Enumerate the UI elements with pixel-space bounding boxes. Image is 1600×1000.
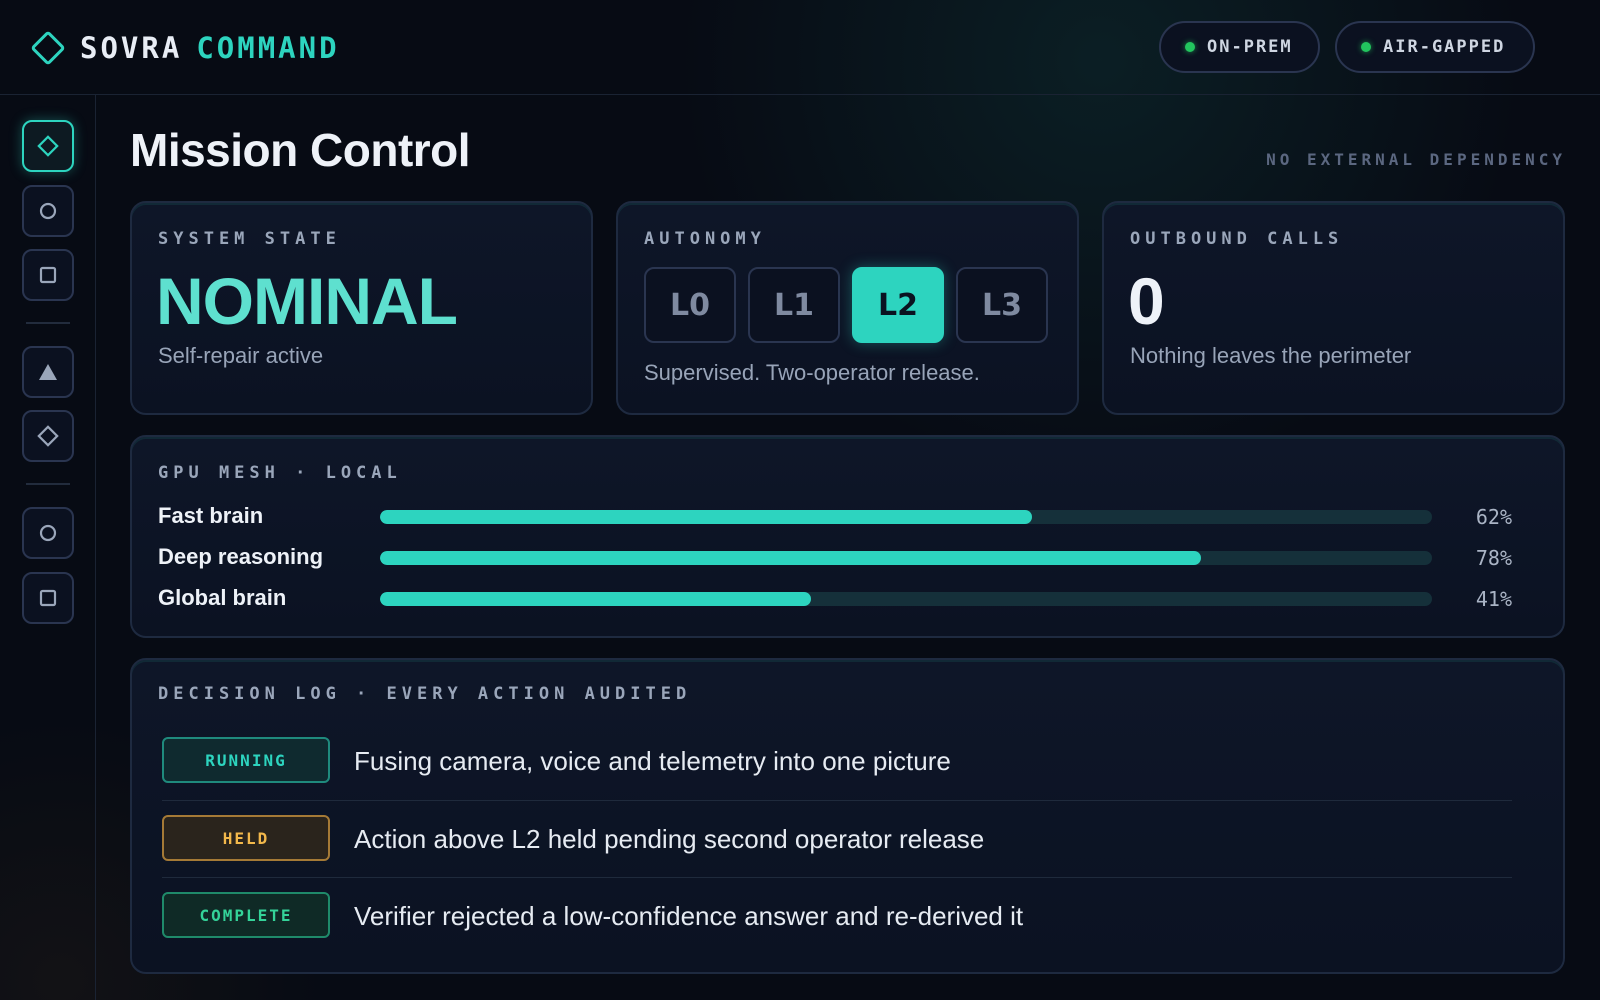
gpu-row-percent: 62% [1475,505,1512,529]
card-label: DECISION LOG · EVERY ACTION AUDITED [158,684,692,704]
log-entry[interactable]: HELD Action above L2 held pending second… [162,800,1512,876]
status-dot-icon [1361,42,1371,52]
triangle-icon [39,364,57,380]
gpu-row-name: Deep reasoning [158,544,324,569]
sidebar [0,95,96,1000]
top-bar: SOVRA COMMAND ON-PREM AIR-GAPPED [0,0,1600,95]
diamond-icon [37,135,59,157]
autonomy-level-l1[interactable]: L1 [748,267,840,343]
sidebar-item-6[interactable] [22,507,74,559]
square-icon [39,266,57,284]
sidebar-item-1[interactable] [22,120,74,172]
brand-name-primary: SOVRA [80,31,183,65]
brand-name: SOVRA COMMAND [80,31,340,65]
gpu-usage-fill [380,592,812,606]
app-root: SOVRA COMMAND ON-PREM AIR-GAPPED Mission… [0,0,1600,1000]
log-entry[interactable]: COMPLETE Verifier rejected a low-confide… [162,877,1512,953]
circle-icon [39,524,57,542]
autonomy-level-l0[interactable]: L0 [644,267,736,343]
brand[interactable]: SOVRA COMMAND [28,28,340,68]
gpu-usage-bar [380,510,1432,524]
brand-diamond-icon [28,28,68,68]
sidebar-item-7[interactable] [22,572,74,624]
gpu-mesh-card: GPU MESH · LOCAL Fast brain 62% Deep rea… [130,435,1565,638]
status-dot-icon [1185,42,1195,52]
log-entry-text: Verifier rejected a low-confidence answe… [354,901,1024,931]
sidebar-divider [26,483,70,485]
status-pill-on-prem[interactable]: ON-PREM [1159,21,1320,73]
square-icon [39,589,57,607]
sidebar-item-3[interactable] [22,249,74,301]
autonomy-level-l3[interactable]: L3 [956,267,1048,343]
gpu-row: Global brain 41% [158,585,1512,613]
card-label: SYSTEM STATE [158,229,341,249]
gpu-usage-fill [380,510,1033,524]
status-badge-running: RUNNING [162,737,330,783]
circle-icon [39,202,57,220]
card-label: OUTBOUND CALLS [1130,229,1344,249]
sidebar-divider [26,322,70,324]
status-pill-air-gapped[interactable]: AIR-GAPPED [1335,21,1535,73]
log-entry-text: Action above L2 held pending second oper… [354,824,985,854]
autonomy-card: AUTONOMY L0 L1 L2 L3 Supervised. Two-ope… [616,201,1079,415]
status-badge-complete: COMPLETE [162,892,330,938]
autonomy-sub: Supervised. Two-operator release. [644,360,980,385]
gpu-row-name: Fast brain [158,503,264,528]
gpu-row: Deep reasoning 78% [158,544,1512,572]
system-state-sub: Self-repair active [158,343,324,368]
page-title: Mission Control [130,124,471,176]
decision-log-card: DECISION LOG · EVERY ACTION AUDITED RUNN… [130,658,1565,974]
gpu-usage-bar [380,592,1432,606]
gpu-row-name: Global brain [158,585,287,610]
brand-name-accent: COMMAND [196,31,340,65]
sidebar-item-4[interactable] [22,346,74,398]
gpu-usage-bar [380,551,1432,565]
autonomy-level-l2[interactable]: L2 [852,267,944,343]
diamond-icon [37,425,59,447]
gpu-row-percent: 78% [1475,546,1512,570]
page-tagline: NO EXTERNAL DEPENDENCY [1266,150,1566,169]
sidebar-item-5[interactable] [22,410,74,462]
outbound-calls-sub: Nothing leaves the perimeter [1130,343,1412,368]
gpu-row: Fast brain 62% [158,503,1512,531]
system-state-value: NOMINAL [156,264,458,338]
log-entry[interactable]: RUNNING Fusing camera, voice and telemet… [162,722,1512,798]
gpu-usage-fill [380,551,1201,565]
log-entry-text: Fusing camera, voice and telemetry into … [354,746,951,776]
status-badge-held: HELD [162,815,330,861]
sidebar-item-2[interactable] [22,185,74,237]
status-pill-label: ON-PREM [1207,37,1293,57]
card-label: GPU MESH · LOCAL [158,463,402,483]
card-label: AUTONOMY [644,229,766,249]
outbound-calls-value: 0 [1128,264,1165,338]
gpu-row-percent: 41% [1475,587,1512,611]
status-pill-label: AIR-GAPPED [1383,37,1506,57]
outbound-calls-card: OUTBOUND CALLS 0 Nothing leaves the peri… [1102,201,1565,415]
system-state-card: SYSTEM STATE NOMINAL Self-repair active [130,201,593,415]
